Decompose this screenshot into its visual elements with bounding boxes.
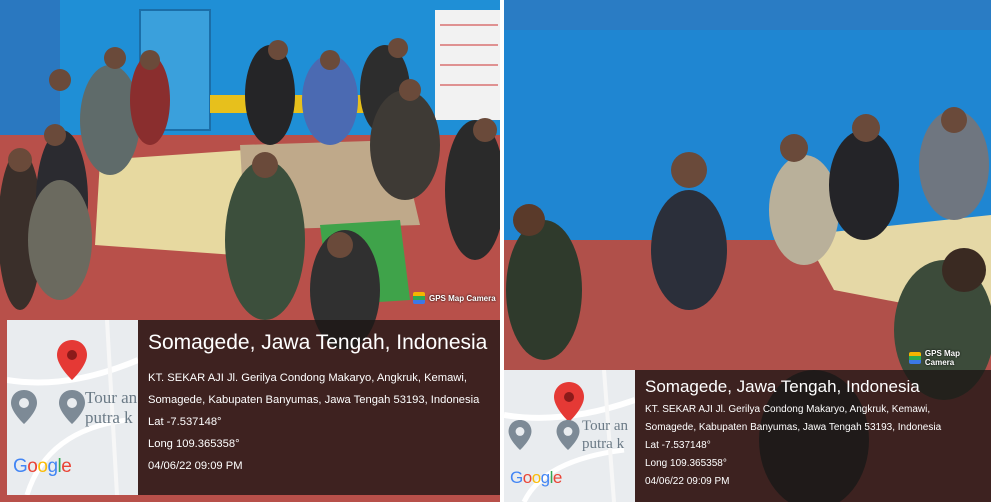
gps-map-camera-label: GPS Map Camera	[924, 349, 961, 367]
right-photo: GPS Map Camera Tour an putra k Google So…	[504, 0, 991, 502]
gps-map-camera-badge: GPS Map Camera	[909, 349, 991, 367]
address-line-2: Somagede, Kabupaten Banyumas, Jawa Tenga…	[645, 422, 942, 433]
place-title: Somagede, Jawa Tengah, Indonesia	[148, 331, 488, 354]
gps-map-camera-icon	[413, 292, 425, 304]
map-poi-label-1: Tour an	[85, 388, 138, 407]
longitude: Long 109.365358°	[148, 438, 240, 450]
map-poi-icon	[11, 390, 37, 424]
map-poi-icon	[508, 420, 532, 450]
datetime: 04/06/22 09:09 PM	[148, 460, 243, 472]
map-pin-icon	[554, 382, 584, 422]
map-poi-label-2: putra k	[85, 408, 133, 427]
location-stamp: Somagede, Jawa Tengah, Indonesia KT. SEK…	[138, 320, 500, 495]
map-poi-label-1: Tour an	[582, 418, 629, 434]
location-map: Tour an putra k Google	[7, 320, 138, 495]
longitude: Long 109.365358°	[645, 458, 727, 469]
location-map: Tour an putra k Google	[504, 370, 635, 502]
location-stamp: Somagede, Jawa Tengah, Indonesia KT. SEK…	[635, 370, 991, 502]
google-logo: Google	[13, 456, 72, 477]
map-poi-label-2: putra k	[582, 436, 625, 452]
left-photo: GPS Map Camera Tour an putra k Google So…	[0, 0, 500, 502]
address-line-1: KT. SEKAR AJI Jl. Gerilya Condong Makary…	[148, 372, 467, 384]
latitude: Lat -7.537148°	[645, 440, 711, 451]
map-poi-icon-2	[59, 390, 85, 424]
gps-map-camera-icon	[909, 352, 921, 364]
place-title: Somagede, Jawa Tengah, Indonesia	[645, 377, 920, 396]
gps-map-camera-label: GPS Map Camera	[429, 293, 496, 303]
address-line-1: KT. SEKAR AJI Jl. Gerilya Condong Makary…	[645, 404, 931, 415]
address-line-2: Somagede, Kabupaten Banyumas, Jawa Tenga…	[148, 394, 480, 406]
latitude: Lat -7.537148°	[148, 416, 222, 428]
map-poi-icon-2	[556, 420, 580, 450]
google-logo: Google	[510, 468, 562, 487]
map-pin-icon	[57, 340, 87, 380]
datetime: 04/06/22 09:09 PM	[645, 476, 730, 487]
gps-map-camera-badge: GPS Map Camera	[413, 292, 496, 304]
